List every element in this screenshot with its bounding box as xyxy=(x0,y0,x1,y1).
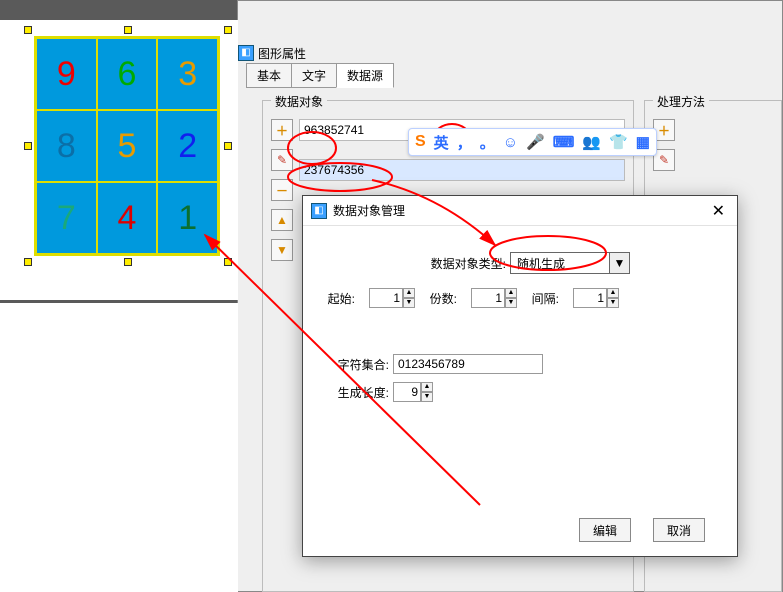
tab-text[interactable]: 文字 xyxy=(291,63,337,88)
toolbox-icon[interactable]: ▦ xyxy=(636,133,650,151)
group-legend: 处理方法 xyxy=(653,93,709,110)
list-item-text: 237674356 xyxy=(304,163,364,177)
list-item-text: 963852741 xyxy=(304,123,364,137)
charset-label: 字符集合: xyxy=(323,356,393,373)
group-legend: 数据对象 xyxy=(271,93,327,110)
panel-title-bar: ◧ 图形属性 xyxy=(238,43,306,63)
tab-strip: 基本 文字 数据源 xyxy=(246,63,393,88)
list-item[interactable]: 237674356 xyxy=(299,159,625,181)
mic-icon[interactable]: 🎤 xyxy=(526,133,545,151)
plus-icon: ＋ xyxy=(658,122,670,139)
count-spinner[interactable]: ▲▼ xyxy=(471,288,517,308)
ime-toolbar[interactable]: S 英 ， 。 ☺ 🎤 ⌨ 👥 👕 ▦ xyxy=(408,128,657,156)
start-spinner[interactable]: ▲▼ xyxy=(369,288,415,308)
dialog-title: 数据对象管理 xyxy=(333,202,405,219)
ime-lang-toggle[interactable]: 英 xyxy=(434,132,449,153)
keyboard-icon[interactable]: ⌨ xyxy=(553,133,575,151)
add-button[interactable]: ＋ xyxy=(271,119,293,141)
face-icon[interactable]: ☺ xyxy=(503,134,518,151)
gap-label: 间隔: xyxy=(527,290,563,307)
count-label: 份数: xyxy=(425,290,461,307)
skin-icon[interactable]: 👕 xyxy=(609,133,628,151)
start-input[interactable] xyxy=(369,288,403,308)
down-icon: ▼ xyxy=(276,243,288,257)
type-value: 随机生成 xyxy=(510,252,610,274)
count-input[interactable] xyxy=(471,288,505,308)
length-spinner[interactable]: ▲▼ xyxy=(393,382,433,402)
tab-data-source[interactable]: 数据源 xyxy=(336,63,394,88)
spinner-down-icon[interactable]: ▼ xyxy=(403,298,415,308)
spinner-up-icon[interactable]: ▲ xyxy=(607,288,619,298)
pencil-icon: ✎ xyxy=(659,153,669,167)
chevron-down-icon: ▼ xyxy=(610,252,630,274)
type-label: 数据对象类型: xyxy=(410,255,510,272)
start-label: 起始: xyxy=(323,290,359,307)
spinner-down-icon[interactable]: ▼ xyxy=(421,392,433,402)
cancel-button[interactable]: 取消 xyxy=(653,518,705,542)
close-button[interactable]: ✕ xyxy=(708,201,729,221)
dialog-icon: ◧ xyxy=(311,203,327,219)
minus-icon: － xyxy=(276,182,288,199)
data-object-manager-dialog: ◧ 数据对象管理 ✕ 数据对象类型: 随机生成 ▼ 起始: ▲▼ 份数: ▲▼ … xyxy=(302,195,738,557)
tab-basic[interactable]: 基本 xyxy=(246,63,292,88)
sogou-logo-icon: S xyxy=(415,133,426,151)
ime-punct-comma[interactable]: ， xyxy=(457,132,472,153)
spinner-down-icon[interactable]: ▼ xyxy=(607,298,619,308)
pencil-icon: ✎ xyxy=(277,153,287,167)
edit-confirm-button[interactable]: 编辑 xyxy=(579,518,631,542)
charset-input[interactable] xyxy=(393,354,543,374)
length-input[interactable] xyxy=(393,382,421,402)
selected-object[interactable]: 9 6 3 8 5 2 7 4 1 xyxy=(28,30,228,262)
spinner-up-icon[interactable]: ▲ xyxy=(421,382,433,392)
move-up-button[interactable]: ▲ xyxy=(271,209,293,231)
type-dropdown[interactable]: 随机生成 ▼ xyxy=(510,252,630,274)
gap-spinner[interactable]: ▲▼ xyxy=(573,288,619,308)
plus-icon: ＋ xyxy=(276,122,288,139)
move-down-button[interactable]: ▼ xyxy=(271,239,293,261)
spinner-up-icon[interactable]: ▲ xyxy=(505,288,517,298)
spinner-up-icon[interactable]: ▲ xyxy=(403,288,415,298)
gap-input[interactable] xyxy=(573,288,607,308)
people-icon[interactable]: 👥 xyxy=(582,133,601,151)
panel-title: 图形属性 xyxy=(258,45,306,62)
up-icon: ▲ xyxy=(276,213,288,227)
length-label: 生成长度: xyxy=(323,384,393,401)
edit-button[interactable]: ✎ xyxy=(271,149,293,171)
app-icon: ◧ xyxy=(238,45,254,61)
spinner-down-icon[interactable]: ▼ xyxy=(505,298,517,308)
remove-button[interactable]: － xyxy=(271,179,293,201)
ime-punct-dot[interactable]: 。 xyxy=(480,132,495,153)
editor-canvas: 9 6 3 8 5 2 7 4 1 xyxy=(0,0,238,303)
